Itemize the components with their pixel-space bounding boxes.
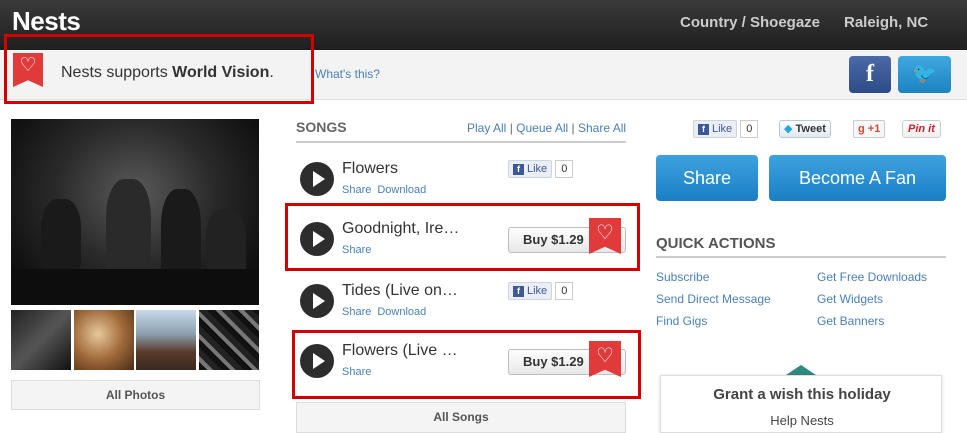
facebook-icon: f [698, 124, 709, 135]
gplus-icon: g [858, 123, 865, 135]
song-highlight-frame [292, 330, 641, 399]
whats-this-link[interactable]: What's this? [315, 67, 380, 81]
facebook-icon: f [513, 164, 524, 175]
find-gigs-link[interactable]: Find Gigs [656, 314, 707, 328]
quick-actions-heading: QUICK ACTIONS [656, 235, 776, 252]
charity-highlight-frame [4, 34, 314, 104]
download-link[interactable]: Download [377, 184, 426, 196]
songs-heading: SONGS [296, 119, 347, 135]
get-banners-link[interactable]: Get Banners [817, 314, 884, 328]
like-count: 0 [555, 160, 574, 178]
photo-thumbnail[interactable] [11, 310, 71, 370]
wish-title: Grant a wish this holiday [713, 386, 891, 403]
facebook-like-share: f Like 0 [693, 120, 759, 138]
like-button[interactable]: f Like [508, 160, 553, 178]
like-button[interactable]: f Like [508, 282, 553, 300]
genre-label[interactable]: Country / Shoegaze [680, 14, 820, 31]
play-icon[interactable] [300, 162, 334, 196]
gplus-button[interactable]: g +1 [853, 120, 886, 138]
wish-panel[interactable]: Grant a wish this holiday Help Nests [660, 375, 942, 433]
send-message-link[interactable]: Send Direct Message [656, 292, 771, 306]
facebook-icon: f [513, 286, 524, 297]
get-widgets-link[interactable]: Get Widgets [817, 292, 883, 306]
free-downloads-link[interactable]: Get Free Downloads [817, 270, 927, 284]
pinterest-share: Pin it [902, 120, 941, 138]
song-row: Tides (Live on… Share Download f Like 0 [296, 276, 626, 336]
become-a-fan-button[interactable]: Become A Fan [769, 155, 946, 201]
main-band-photo[interactable] [11, 119, 259, 305]
photo-thumbnails [11, 310, 259, 370]
artist-name[interactable]: Nests [12, 6, 81, 37]
share-link[interactable]: Share [342, 184, 371, 196]
queue-all-link[interactable]: Queue All [516, 121, 568, 135]
tweet-button[interactable]: ◆ Tweet [779, 120, 831, 138]
facebook-button[interactable]: f [849, 56, 891, 93]
quick-actions-divider [656, 256, 946, 258]
play-icon[interactable] [300, 284, 334, 318]
facebook-like: f Like 0 [508, 282, 574, 300]
share-all-link[interactable]: Share All [578, 121, 626, 135]
like-count: 0 [740, 120, 759, 138]
photo-thumbnail[interactable] [136, 310, 196, 370]
wish-subtitle: Help Nests [770, 413, 834, 428]
share-button[interactable]: Share [656, 155, 758, 201]
tweet-share: ◆ Tweet [779, 120, 831, 138]
all-songs-button[interactable]: All Songs [296, 402, 626, 433]
song-links: Share Download [342, 306, 432, 318]
gplus-share: g +1 [853, 120, 886, 138]
like-count: 0 [555, 282, 574, 300]
all-photos-button[interactable]: All Photos [11, 380, 260, 410]
song-links: Share Download [342, 184, 432, 196]
download-link[interactable]: Download [377, 306, 426, 318]
twitter-bird-icon: 🐦 [912, 63, 937, 85]
play-all-link[interactable]: Play All [467, 121, 506, 135]
twitter-bird-icon: ◆ [784, 123, 793, 135]
share-link[interactable]: Share [342, 306, 371, 318]
photo-thumbnail[interactable] [74, 310, 134, 370]
songs-actions: Play All | Queue All | Share All [467, 121, 627, 135]
song-highlight-frame [285, 203, 640, 271]
photo-thumbnail[interactable] [199, 310, 259, 370]
facebook-like: f Like 0 [508, 160, 574, 178]
twitter-button[interactable]: 🐦 [898, 56, 951, 93]
subscribe-link[interactable]: Subscribe [656, 270, 709, 284]
like-button[interactable]: f Like [693, 120, 738, 138]
songs-divider [296, 141, 626, 143]
song-title[interactable]: Tides (Live on… [342, 282, 458, 300]
location-label[interactable]: Raleigh, NC [844, 14, 928, 31]
song-title[interactable]: Flowers [342, 160, 398, 178]
pin-it-button[interactable]: Pin it [902, 120, 941, 138]
